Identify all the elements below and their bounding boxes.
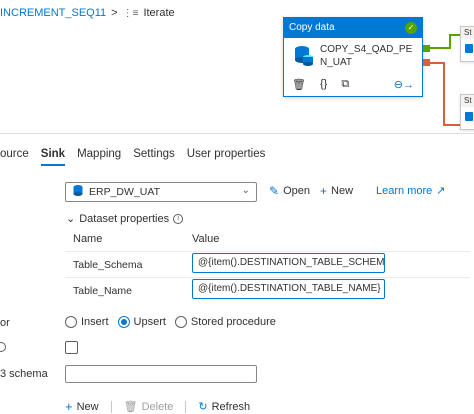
activity-icon (465, 44, 473, 53)
delete-icon[interactable]: 🗑 (292, 78, 306, 91)
copy-icon[interactable]: ⧉ (341, 78, 349, 91)
write-behavior-radio-group: Insert Upsert Stored procedure (65, 316, 276, 328)
tab-sink[interactable]: Sink (35, 144, 71, 166)
activity-type: Copy data (289, 22, 335, 33)
dataset-properties-grid-header: Name Value (65, 228, 470, 250)
schema-label: 3 schema (0, 368, 48, 380)
property-name: Table_Schema (73, 258, 143, 271)
plus-icon: + (65, 399, 73, 414)
divider (185, 400, 187, 413)
check-circle-icon: ✓ (405, 22, 417, 34)
open-button[interactable]: ✎ Open (269, 184, 310, 198)
divider (110, 400, 112, 413)
new-button[interactable]: + New (320, 184, 353, 198)
chevron-down-icon: ⌄ (241, 185, 250, 196)
success-port[interactable] (423, 45, 430, 52)
activity-icon (465, 112, 473, 121)
next-activity-card[interactable]: St (460, 26, 474, 62)
radio-insert[interactable]: Insert (65, 316, 109, 328)
database-icon (73, 185, 83, 199)
column-header-value: Value (192, 233, 220, 245)
sink-dataset-select[interactable]: ERP_DW_UAT ⌄ (65, 182, 257, 202)
schema-input[interactable] (65, 365, 257, 383)
bottom-toolbar: + New 🗑 Delete ↻ Refresh (65, 399, 250, 414)
table-row: Table_Name @{item().DESTINATION_TABLE_NA… (65, 277, 470, 303)
delete-icon: 🗑 (123, 401, 138, 413)
next-activity-card[interactable]: St (460, 94, 474, 130)
radio-button[interactable] (174, 316, 187, 328)
info-icon[interactable] (0, 342, 6, 352)
breadcrumb-current: Iterate (143, 7, 175, 19)
activity-name: COPY_S4_QAD_PEN_UAT (320, 44, 413, 68)
learn-more-link[interactable]: Learn more ↗ (376, 184, 446, 198)
radio-stored-procedure[interactable]: Stored procedure (174, 316, 276, 328)
refresh-icon: ↻ (198, 401, 208, 413)
radio-button-selected[interactable] (117, 316, 130, 328)
property-value-input[interactable]: @{item().DESTINATION_TABLE_NAME} (192, 279, 385, 299)
tab-source[interactable]: ource (0, 144, 35, 166)
edit-pencil-icon: ✎ (269, 184, 280, 198)
breadcrumb: INCREMENT_SEQ11 > ⋮≡ Iterate (0, 5, 175, 21)
tab-settings[interactable]: Settings (127, 144, 181, 166)
database-icon (294, 45, 314, 70)
run-arrow-icon[interactable]: ⊖→ (394, 78, 414, 91)
activity-header: Copy data ✓ (284, 18, 422, 38)
failure-port[interactable] (423, 59, 430, 66)
activity-toolbar: 🗑 {} ⧉ ⊖→ (292, 77, 414, 91)
dataset-properties-header[interactable]: ⌄ Dataset properties i (66, 212, 184, 225)
tab-bar: ource Sink Mapping Settings User propert… (0, 144, 271, 166)
new-row-button[interactable]: + New (65, 399, 99, 414)
tab-mapping[interactable]: Mapping (71, 144, 127, 166)
refresh-button[interactable]: ↻ Refresh (198, 400, 250, 414)
tab-user-properties[interactable]: User properties (181, 144, 272, 166)
radio-button[interactable] (65, 316, 77, 328)
pipeline-canvas[interactable]: INCREMENT_SEQ11 > ⋮≡ Iterate Copy data ✓… (0, 0, 474, 132)
external-link-icon: ↗ (436, 185, 446, 197)
copy-data-activity[interactable]: Copy data ✓ COPY_S4_QAD_PEN_UAT 🗑 {} ⧉ ⊖… (283, 17, 423, 97)
property-value-input[interactable]: @{item().DESTINATION_TABLE_SCHEM... (192, 253, 385, 273)
breadcrumb-separator: > (111, 7, 118, 19)
breadcrumb-pipeline[interactable]: INCREMENT_SEQ11 (0, 7, 106, 19)
sink-dataset-value: ERP_DW_UAT (89, 186, 160, 198)
write-behavior-label: or (0, 317, 10, 329)
delete-button[interactable]: 🗑 Delete (123, 400, 174, 414)
chevron-down-icon: ⌄ (66, 213, 76, 225)
properties-panel: ource Sink Mapping Settings User propert… (0, 133, 474, 414)
table-row: Table_Schema @{item().DESTINATION_TABLE_… (65, 251, 470, 277)
radio-upsert[interactable]: Upsert (117, 316, 166, 328)
column-header-name: Name (73, 233, 103, 245)
foreach-icon: ⋮≡ (122, 7, 139, 19)
option-checkbox[interactable] (65, 341, 78, 354)
code-icon[interactable]: {} (320, 78, 327, 90)
info-icon[interactable]: i (173, 213, 184, 224)
plus-icon: + (320, 184, 328, 198)
property-name: Table_Name (73, 284, 132, 297)
